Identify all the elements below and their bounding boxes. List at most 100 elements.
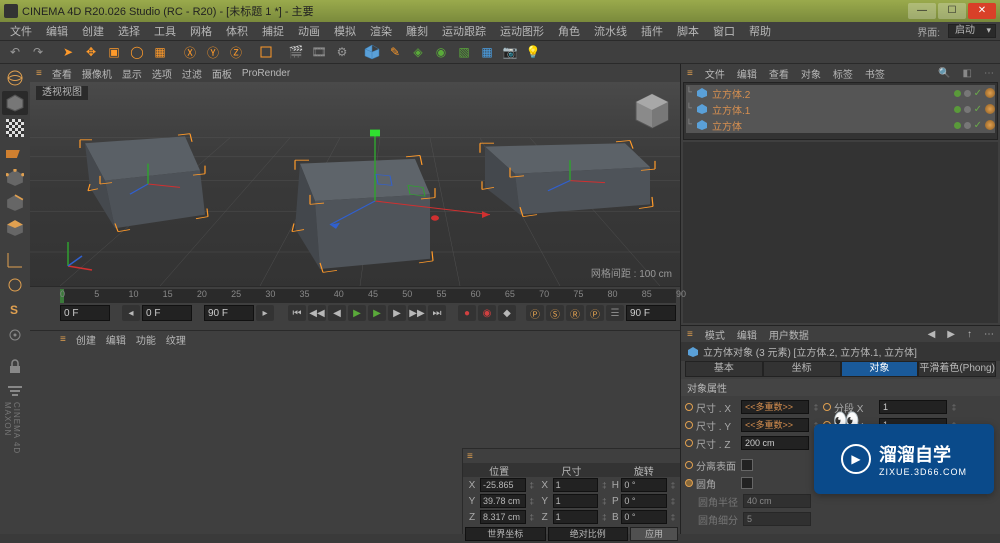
- light-button[interactable]: 💡: [522, 42, 544, 62]
- menu-体积[interactable]: 体积: [220, 22, 254, 40]
- key-pos-button[interactable]: Ⓟ: [526, 305, 544, 321]
- autokey-button[interactable]: ◉: [478, 305, 496, 321]
- pos-input[interactable]: -25.865 cm: [480, 478, 526, 492]
- select-tool[interactable]: ➤: [57, 42, 79, 62]
- om-tool-icon[interactable]: ⋯: [984, 68, 994, 79]
- nav-cube[interactable]: [630, 88, 674, 132]
- object-manager-body[interactable]: [683, 142, 998, 323]
- pos-input[interactable]: 8.317 cm: [480, 510, 526, 524]
- range-start-input[interactable]: [142, 305, 192, 321]
- snap-button[interactable]: S: [2, 298, 28, 322]
- size-input[interactable]: 1: [553, 494, 599, 508]
- recent-tool[interactable]: ▦: [149, 42, 171, 62]
- attr-subtab[interactable]: 基本: [685, 361, 763, 377]
- coord-space-dropdown[interactable]: 世界坐标: [465, 527, 546, 541]
- maximize-button[interactable]: ☐: [938, 3, 966, 19]
- size-input[interactable]: 200 cm: [741, 436, 809, 450]
- rot-input[interactable]: 0 °: [621, 478, 667, 492]
- model-mode-button[interactable]: [2, 91, 28, 115]
- attr-nav-icon[interactable]: ↑: [967, 329, 972, 340]
- next-frame-button[interactable]: ▶: [388, 305, 406, 321]
- menu-创建[interactable]: 创建: [76, 22, 110, 40]
- om-tool-icon[interactable]: ◧: [963, 68, 972, 79]
- render-dot[interactable]: [964, 90, 971, 97]
- next-key-button[interactable]: ▶▶: [408, 305, 426, 321]
- om-object-row[interactable]: └立方体.1✓: [686, 101, 995, 117]
- size-input[interactable]: <<多重数>>: [741, 418, 809, 432]
- menu-运动图形[interactable]: 运动图形: [494, 22, 550, 40]
- om-tab[interactable]: 对象: [801, 66, 821, 81]
- key-scale-button[interactable]: Ⓢ: [546, 305, 564, 321]
- goto-start-button[interactable]: ⏮: [288, 305, 306, 321]
- goto-end-button[interactable]: ⏭: [428, 305, 446, 321]
- om-tab[interactable]: 查看: [769, 66, 789, 81]
- coord-system-button[interactable]: [255, 42, 277, 62]
- menu-运动跟踪[interactable]: 运动跟踪: [436, 22, 492, 40]
- attr-nav-icon[interactable]: ◀: [928, 329, 936, 340]
- vp-menu-item[interactable]: 摄像机: [82, 66, 112, 81]
- cube-primitive-button[interactable]: [361, 42, 383, 62]
- attr-tab[interactable]: 模式: [705, 327, 725, 342]
- attr-subtab[interactable]: 对象: [841, 361, 919, 377]
- camera-button[interactable]: 📷: [499, 42, 521, 62]
- play-back-button[interactable]: ▶: [348, 305, 366, 321]
- range-end-input[interactable]: [204, 305, 254, 321]
- key-rot-button[interactable]: Ⓡ: [566, 305, 584, 321]
- undo-button[interactable]: ↶: [4, 42, 26, 62]
- axis-y-button[interactable]: Ⓨ: [202, 42, 224, 62]
- end-frame-input[interactable]: [626, 305, 676, 321]
- menu-文件[interactable]: 文件: [4, 22, 38, 40]
- play-forward-button[interactable]: ▶: [368, 305, 386, 321]
- phong-tag[interactable]: [985, 104, 995, 114]
- prev-key-button[interactable]: ◀◀: [308, 305, 326, 321]
- menu-渲染[interactable]: 渲染: [364, 22, 398, 40]
- scale-tool[interactable]: ▣: [103, 42, 125, 62]
- visibility-dot[interactable]: [954, 106, 961, 113]
- coord-apply-button[interactable]: 应用: [630, 527, 678, 541]
- menu-窗口[interactable]: 窗口: [707, 22, 741, 40]
- size-input[interactable]: <<多重数>>: [741, 400, 809, 414]
- texture-mode-button[interactable]: [2, 116, 28, 140]
- time-ruler[interactable]: 051015202530354045505560657075808590: [60, 289, 676, 303]
- attr-subtab[interactable]: 平滑着色(Phong): [918, 361, 996, 377]
- size-input[interactable]: 1: [553, 510, 599, 524]
- fillet-sub-input[interactable]: 5: [743, 512, 811, 526]
- nurbs-button[interactable]: ◈: [407, 42, 429, 62]
- om-object-row[interactable]: └立方体✓: [686, 117, 995, 133]
- viewport-solo-button[interactable]: [2, 273, 28, 297]
- range-end-button[interactable]: ▸: [256, 305, 274, 321]
- segment-input[interactable]: 1: [879, 400, 947, 414]
- prev-frame-button[interactable]: ◀: [328, 305, 346, 321]
- vp-menu-item[interactable]: 选项: [152, 66, 172, 81]
- redo-button[interactable]: ↷: [27, 42, 49, 62]
- key-pla-button[interactable]: ☰: [606, 305, 624, 321]
- menu-插件[interactable]: 插件: [635, 22, 669, 40]
- enable-check[interactable]: ✓: [974, 88, 982, 99]
- menu-工具[interactable]: 工具: [148, 22, 182, 40]
- visibility-dot[interactable]: [954, 90, 961, 97]
- menu-编辑[interactable]: 编辑: [40, 22, 74, 40]
- render-dot[interactable]: [964, 106, 971, 113]
- rot-input[interactable]: 0 °: [621, 510, 667, 524]
- material-tab[interactable]: 功能: [136, 332, 156, 347]
- material-tab[interactable]: 编辑: [106, 332, 126, 347]
- keyframe-sel-button[interactable]: ◆: [498, 305, 516, 321]
- object-manager-list[interactable]: └立方体.2✓└立方体.1✓└立方体✓: [683, 82, 998, 140]
- render-view-button[interactable]: 🎬: [285, 42, 307, 62]
- menu-模拟[interactable]: 模拟: [328, 22, 362, 40]
- axis-x-button[interactable]: Ⓧ: [179, 42, 201, 62]
- size-input[interactable]: 1: [553, 478, 599, 492]
- rotate-tool[interactable]: ◯: [126, 42, 148, 62]
- vp-menu-item[interactable]: 过滤: [182, 66, 202, 81]
- environment-button[interactable]: ▦: [476, 42, 498, 62]
- render-settings-button[interactable]: ⚙: [331, 42, 353, 62]
- attr-nav-icon[interactable]: ▶: [947, 329, 955, 340]
- lock-button[interactable]: [2, 355, 28, 379]
- range-start-button[interactable]: ◂: [122, 305, 140, 321]
- coord-scale-dropdown[interactable]: 绝对比例: [548, 527, 629, 541]
- attr-tab[interactable]: 用户数据: [769, 327, 809, 342]
- om-tool-icon[interactable]: 🔍: [938, 68, 950, 79]
- om-tab[interactable]: 书签: [865, 66, 885, 81]
- make-editable-button[interactable]: [2, 66, 28, 90]
- menu-捕捉[interactable]: 捕捉: [256, 22, 290, 40]
